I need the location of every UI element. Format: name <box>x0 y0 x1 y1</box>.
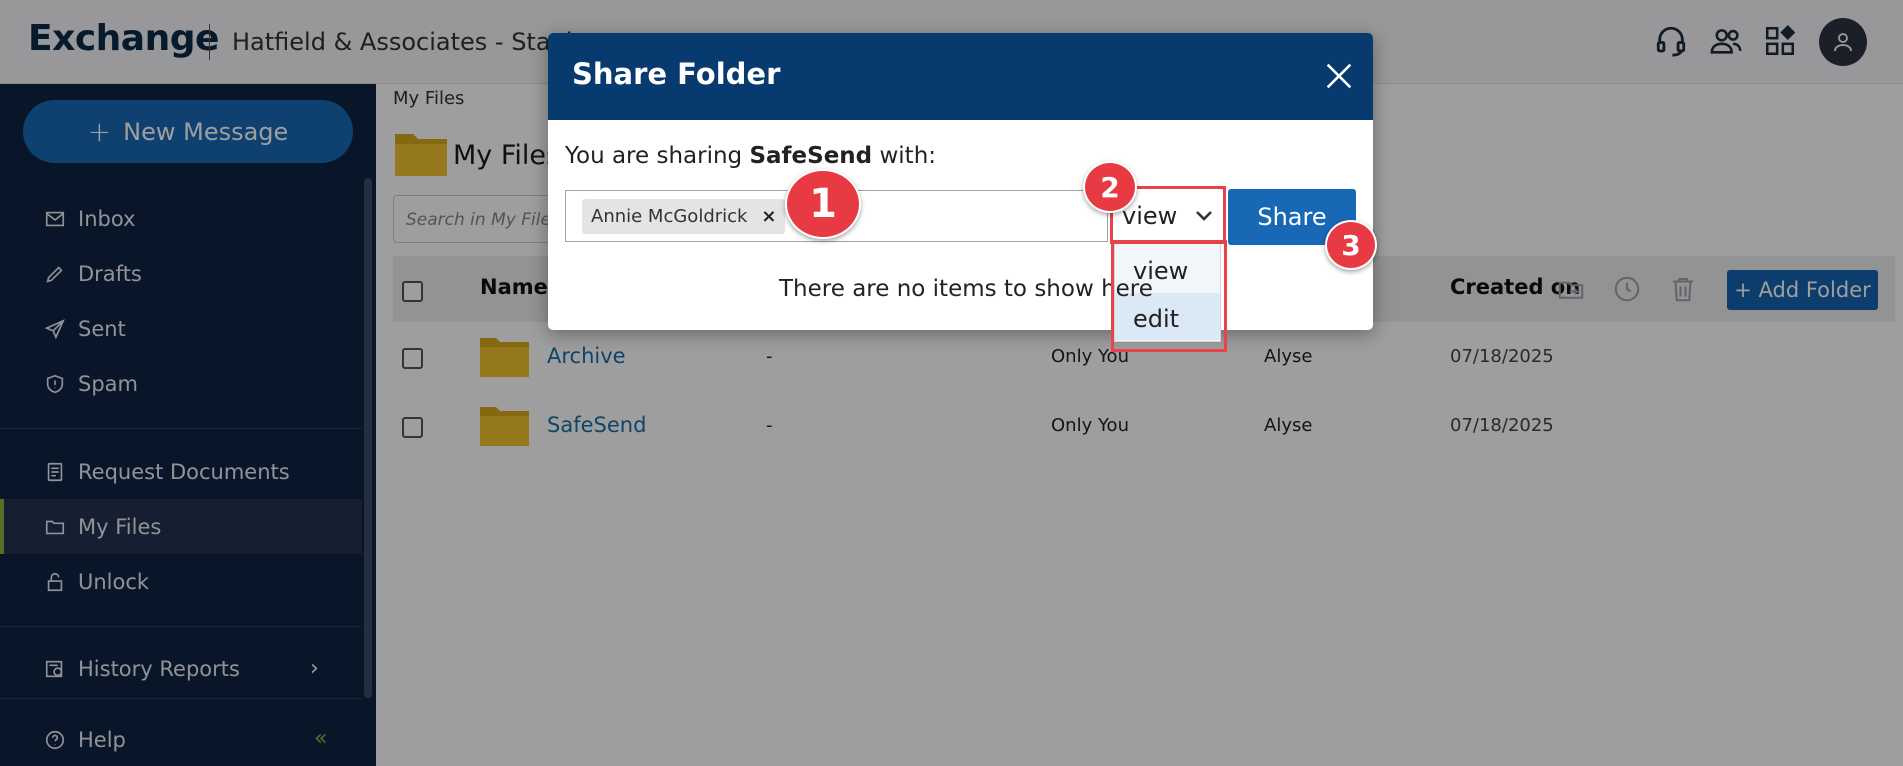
close-icon[interactable] <box>1322 59 1356 93</box>
dialog-title: Share Folder <box>572 57 781 91</box>
annotation-callout-3: 3 <box>1325 220 1377 270</box>
annotation-callout-1: 1 <box>785 169 861 239</box>
annotation-frame-dropdown <box>1111 240 1227 352</box>
dialog-header: Share Folder <box>548 33 1373 120</box>
shared-folder-name: SafeSend <box>749 143 873 169</box>
recipient-name: Annie McGoldrick <box>591 206 748 227</box>
share-folder-dialog: Share Folder You are sharing SafeSend wi… <box>548 33 1373 342</box>
sharing-prefix: You are sharing <box>565 143 743 169</box>
remove-recipient-icon[interactable]: × <box>761 199 776 234</box>
sharing-suffix: with: <box>879 143 937 169</box>
sharing-description: You are sharing SafeSend with: <box>565 143 936 169</box>
recipient-chip: Annie McGoldrick × <box>582 199 786 234</box>
empty-state-message: There are no items to show here <box>779 276 1153 302</box>
annotation-callout-2: 2 <box>1083 161 1137 213</box>
